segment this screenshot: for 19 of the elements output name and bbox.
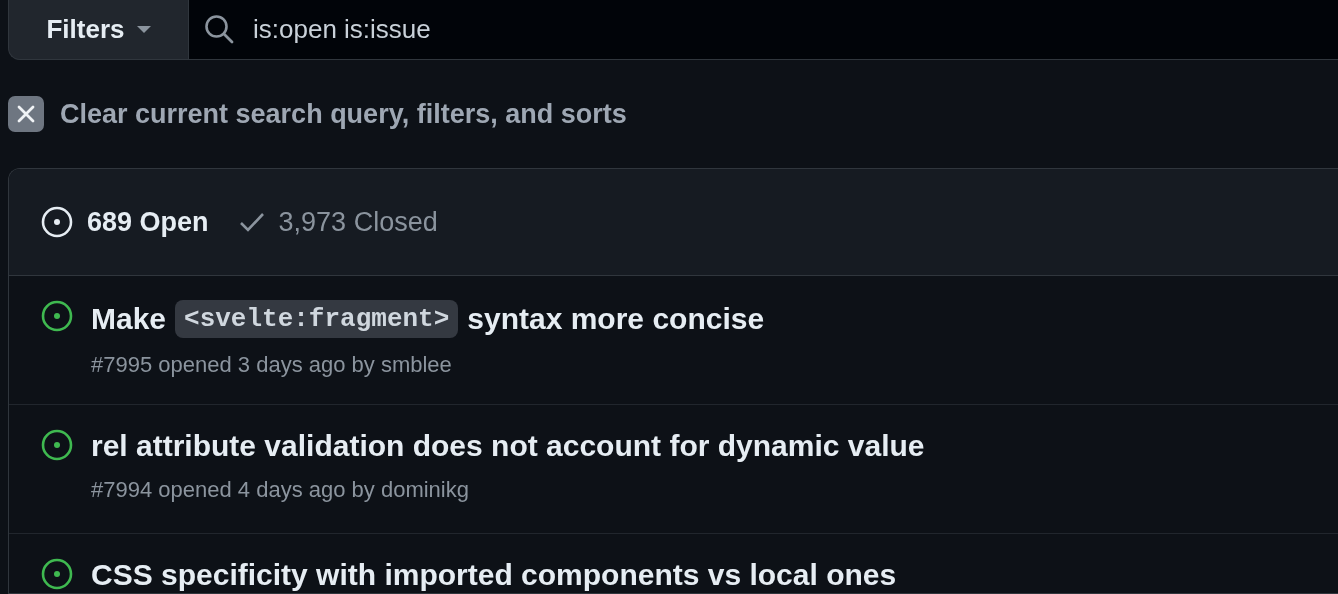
issue-meta: #7995 opened 3 days ago by smblee [91,352,453,378]
state-tab[interactable]: 689 Open [41,206,209,238]
issue-title[interactable]: rel attribute validation does not account for dynamic value [91,429,925,463]
state-tab[interactable]: 3,973 Closed [238,206,438,238]
issue-open-icon [41,558,73,590]
clear-filters-link[interactable]: Clear current search query, filters, and sorts [60,98,627,130]
filters-button[interactable]: Filters [8,0,188,60]
issue-title[interactable]: Make <svelte:fragment> syntax more concise [91,300,765,338]
issue-open-icon [41,300,73,332]
check-icon [238,211,265,233]
issue-meta: #7994 opened 4 days ago by dominikg [91,477,470,503]
search-icon [204,14,234,44]
clear-button[interactable] [8,96,44,132]
issue-open-icon [41,429,73,461]
issue-title[interactable]: CSS specificity with imported components vs local ones [91,558,897,592]
issue-open-icon [41,206,73,238]
caret-icon [136,25,151,34]
search-field[interactable]: is:open is:issue [188,0,1338,60]
close-icon [16,104,36,124]
